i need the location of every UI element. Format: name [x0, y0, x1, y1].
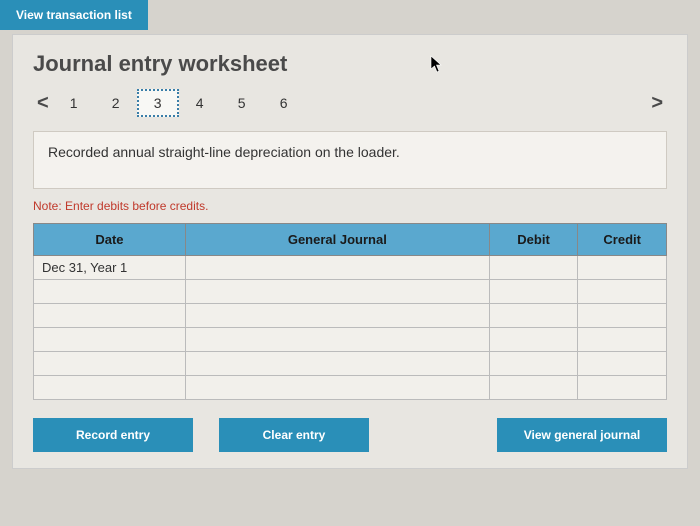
- record-entry-button[interactable]: Record entry: [33, 418, 193, 452]
- cell-debit[interactable]: [489, 256, 578, 280]
- cell-debit[interactable]: [489, 328, 578, 352]
- cell-credit[interactable]: [578, 352, 667, 376]
- table-row: [34, 304, 667, 328]
- cell-debit[interactable]: [489, 376, 578, 400]
- cell-general-journal[interactable]: [185, 304, 489, 328]
- cell-debit[interactable]: [489, 352, 578, 376]
- note-text: Note: Enter debits before credits.: [33, 199, 667, 213]
- pager-item-3[interactable]: 3: [137, 89, 179, 117]
- pager-item-6[interactable]: 6: [263, 89, 305, 117]
- cell-date[interactable]: [34, 376, 186, 400]
- col-header-general-journal: General Journal: [185, 224, 489, 256]
- worksheet-panel: Journal entry worksheet < 1 2 3 4 5 6 > …: [12, 34, 688, 469]
- pager-next-icon[interactable]: >: [647, 92, 667, 115]
- table-row: Dec 31, Year 1: [34, 256, 667, 280]
- cell-date[interactable]: [34, 328, 186, 352]
- cell-credit[interactable]: [578, 376, 667, 400]
- cell-debit[interactable]: [489, 304, 578, 328]
- cell-credit[interactable]: [578, 328, 667, 352]
- cell-debit[interactable]: [489, 280, 578, 304]
- table-row: [34, 352, 667, 376]
- col-header-credit: Credit: [578, 224, 667, 256]
- table-row: [34, 328, 667, 352]
- cell-general-journal[interactable]: [185, 376, 489, 400]
- entry-description: Recorded annual straight-line depreciati…: [33, 131, 667, 189]
- col-header-date: Date: [34, 224, 186, 256]
- table-row: [34, 280, 667, 304]
- table-row: [34, 376, 667, 400]
- pager-item-2[interactable]: 2: [95, 89, 137, 117]
- spacer: [369, 418, 497, 452]
- action-row: Record entry Clear entry View general jo…: [33, 418, 667, 452]
- cell-date[interactable]: Dec 31, Year 1: [34, 256, 186, 280]
- cell-credit[interactable]: [578, 304, 667, 328]
- cell-general-journal[interactable]: [185, 256, 489, 280]
- pager-item-1[interactable]: 1: [53, 89, 95, 117]
- entry-pager: < 1 2 3 4 5 6 >: [33, 89, 667, 117]
- cell-date[interactable]: [34, 280, 186, 304]
- journal-table: Date General Journal Debit Credit Dec 31…: [33, 223, 667, 400]
- cell-general-journal[interactable]: [185, 328, 489, 352]
- cell-credit[interactable]: [578, 280, 667, 304]
- cell-general-journal[interactable]: [185, 352, 489, 376]
- cell-date[interactable]: [34, 352, 186, 376]
- cell-general-journal[interactable]: [185, 280, 489, 304]
- col-header-debit: Debit: [489, 224, 578, 256]
- cell-credit[interactable]: [578, 256, 667, 280]
- cell-date[interactable]: [34, 304, 186, 328]
- pager-prev-icon[interactable]: <: [33, 92, 53, 115]
- view-transaction-list-button[interactable]: View transaction list: [0, 0, 148, 30]
- pager-item-4[interactable]: 4: [179, 89, 221, 117]
- view-general-journal-button[interactable]: View general journal: [497, 418, 667, 452]
- clear-entry-button[interactable]: Clear entry: [219, 418, 369, 452]
- page-title: Journal entry worksheet: [33, 51, 667, 77]
- pager-item-5[interactable]: 5: [221, 89, 263, 117]
